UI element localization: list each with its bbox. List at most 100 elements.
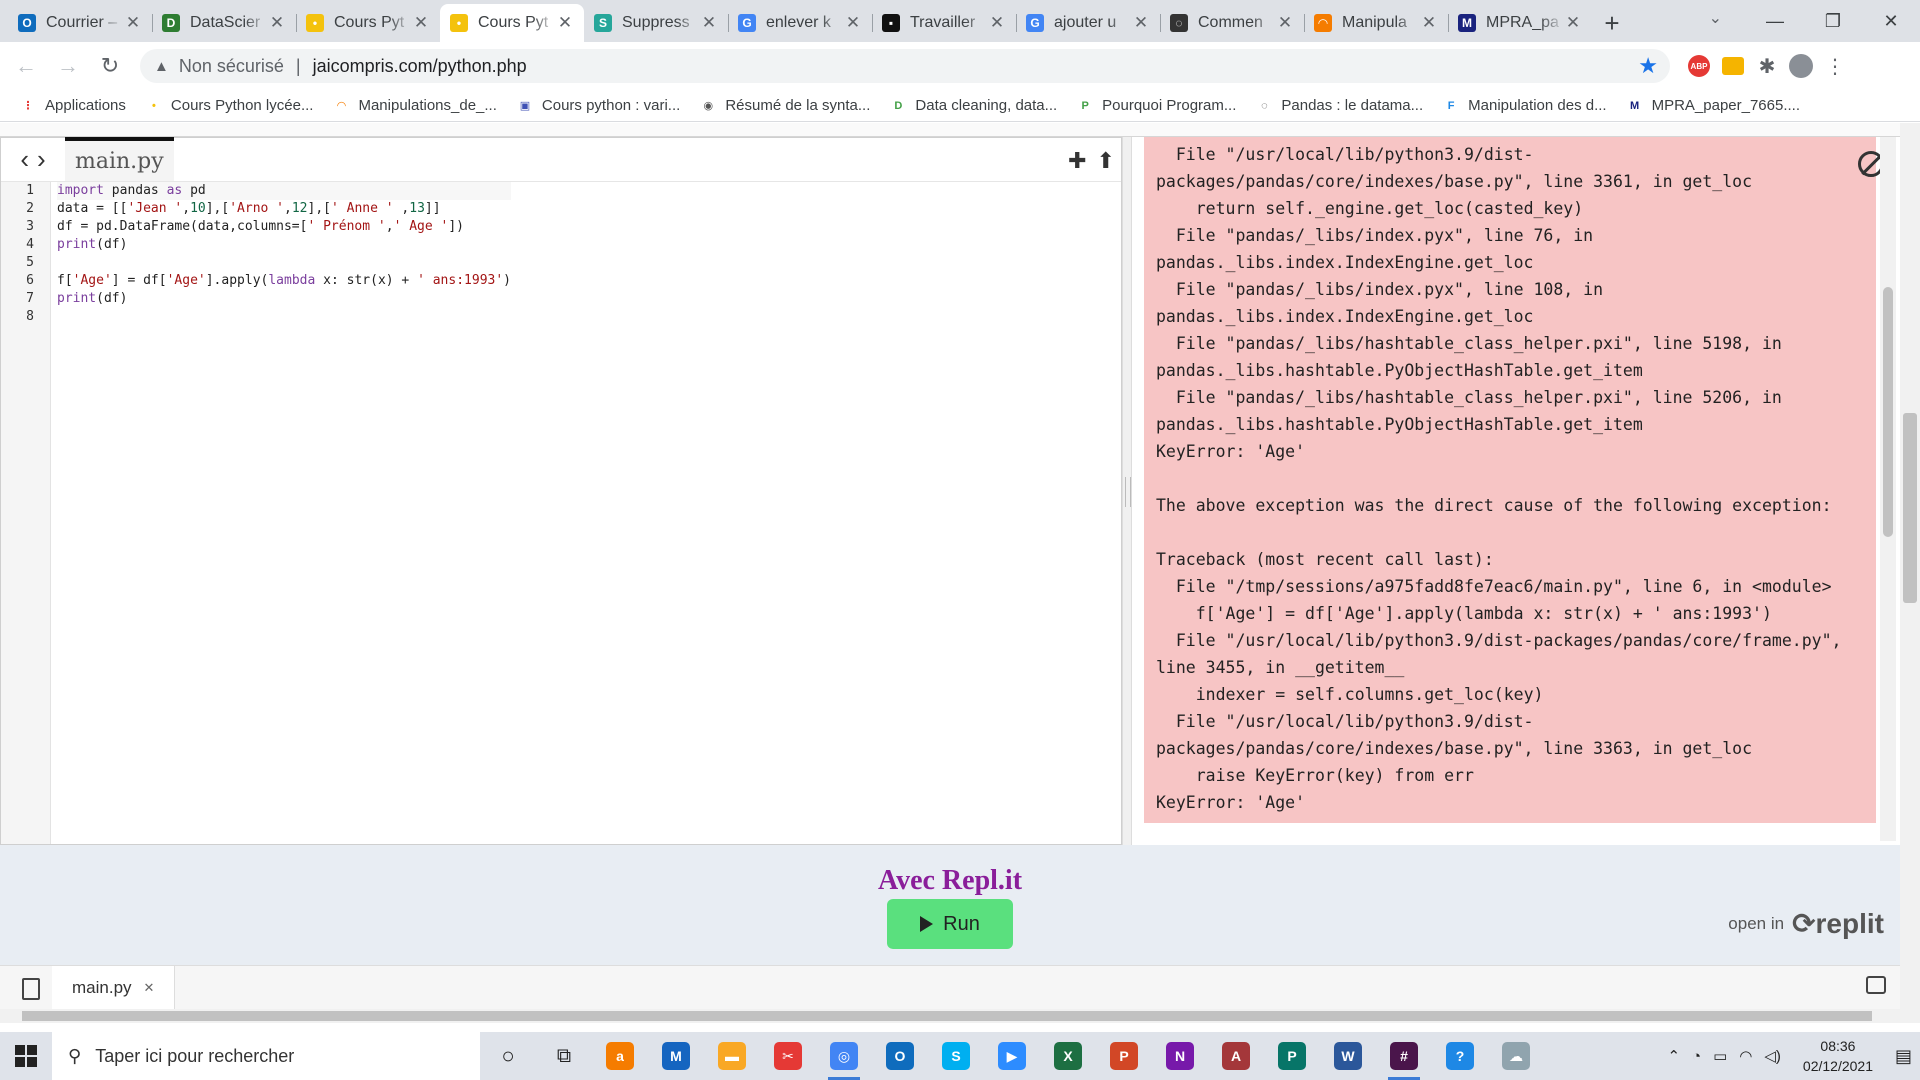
bookmark-label: Pourquoi Program... [1102,97,1237,114]
profile-avatar[interactable] [1784,49,1818,83]
snip-icon[interactable]: ✂ [760,1032,816,1080]
extension-icon[interactable] [1716,49,1750,83]
wifi-icon[interactable]: ◠ [1739,1047,1752,1065]
cortana-icon[interactable]: ○ [480,1032,536,1080]
bookmark-item[interactable]: ◌ Pandas : le datama... [1256,97,1423,114]
browser-menu-icon[interactable]: ⋮ [1818,49,1852,83]
editor-file-tab[interactable]: main.py [65,137,174,181]
horizontal-scroll-thumb[interactable] [22,1011,1872,1021]
close-tab-icon[interactable]: ✕ [988,13,1006,33]
minimize-icon[interactable]: — [1746,0,1804,42]
notifications-icon[interactable]: ▤ [1895,1046,1912,1067]
bottom-file-tab[interactable]: main.py ✕ [52,966,176,1010]
bookmark-item[interactable]: D Data cleaning, data... [890,97,1057,114]
close-tab-icon[interactable]: ✕ [124,13,142,33]
chevron-up-icon[interactable]: ⌃ [1667,1047,1680,1065]
help-icon[interactable]: ? [1432,1032,1488,1080]
network-icon[interactable]: ◔ [1692,1048,1701,1065]
browser-tab[interactable]: D DataScier ✕ [152,4,296,42]
close-tab-icon[interactable]: ✕ [412,13,430,33]
bookmark-item[interactable]: P Pourquoi Program... [1077,97,1236,114]
bookmark-item[interactable]: M MPRA_paper_7665.... [1627,97,1800,114]
publisher-icon[interactable]: P [1264,1032,1320,1080]
code-content[interactable]: import pandas as pd data = [['Jean ',10]… [57,182,511,326]
console-scrollbar[interactable] [1880,137,1896,841]
onenote-icon[interactable]: N [1152,1032,1208,1080]
open-in-replit-link[interactable]: open in ⟳replit [1728,907,1884,940]
browser-tab[interactable]: • Cours Pyt ✕ [296,4,440,42]
bookmark-item[interactable]: ◠ Manipulations_de_... [333,97,497,114]
excel-icon[interactable]: X [1040,1032,1096,1080]
chrome-icon[interactable]: ◎ [816,1032,872,1080]
access-icon[interactable]: A [1208,1032,1264,1080]
chevron-left-icon[interactable]: ‹ [20,144,29,175]
close-tab-icon[interactable]: ✕ [1132,13,1150,33]
avast-icon[interactable]: a [592,1032,648,1080]
console-scroll-thumb[interactable] [1883,287,1893,537]
pane-splitter[interactable] [1122,137,1132,845]
extensions-puzzle-icon[interactable]: ✱ [1750,49,1784,83]
browser-tab[interactable]: ◠ Manipula ✕ [1304,4,1448,42]
address-bar[interactable]: ▲ Non sécurisé | jaicompris.com/python.p… [140,49,1670,83]
bookmark-item[interactable]: ⋮ Applications [20,97,126,114]
new-tab-button[interactable]: + [1592,4,1632,42]
close-tab-icon[interactable]: ✕ [700,13,718,33]
tab-title: DataScier [190,14,261,31]
close-tab-icon[interactable]: ✕ [144,980,155,996]
forward-icon[interactable]: → [52,53,84,79]
bookmark-item[interactable]: ◉ Résumé de la synta... [700,97,871,114]
taskbar-search[interactable]: ⚲ Taper ici pour rechercher [52,1032,480,1080]
task-view-icon[interactable]: ⧉ [536,1032,592,1080]
browser-tab[interactable]: M MPRA_pa ✕ [1448,4,1592,42]
battery-icon[interactable]: ▭ [1713,1047,1727,1065]
upload-icon[interactable]: ⬆ [1097,148,1115,174]
horizontal-scrollbar[interactable] [0,1009,1900,1023]
word-icon[interactable]: W [1320,1032,1376,1080]
file-icon[interactable] [22,978,40,1000]
browser-tab[interactable]: Gajouter u ✕ [1016,4,1160,42]
windows-start-icon[interactable] [0,1045,52,1067]
browser-tab[interactable]: Genlever k ✕ [728,4,872,42]
page-scrollbar[interactable] [1900,123,1920,1023]
tab-favicon-icon: G [738,14,756,32]
close-tab-icon[interactable]: ✕ [1276,13,1294,33]
browser-tab[interactable]: ▪ Travailler ✕ [872,4,1016,42]
explorer-icon[interactable]: ▬ [704,1032,760,1080]
adblock-extension-icon[interactable]: ABP [1682,49,1716,83]
close-tab-icon[interactable]: ✕ [1564,13,1582,33]
skype-icon[interactable]: S [928,1032,984,1080]
zoom-icon[interactable]: ▶ [984,1032,1040,1080]
browser-tab[interactable]: • Cours Pyt ✕ [440,4,584,42]
add-file-icon[interactable]: ✚ [1068,148,1086,174]
browser-tab[interactable]: O Courrier – ✕ [8,4,152,42]
bookmark-item[interactable]: • Cours Python lycée... [146,97,314,114]
maximize-icon[interactable]: ❐ [1804,0,1862,42]
tab-search-icon[interactable]: ⌄ [1709,8,1722,28]
weather-icon[interactable]: ☁ [1488,1032,1544,1080]
close-tab-icon[interactable]: ✕ [844,13,862,33]
chevron-right-icon[interactable]: › [37,144,46,175]
close-tab-icon[interactable]: ✕ [268,13,286,33]
bookmark-star-icon[interactable]: ★ [1638,53,1658,79]
slack-icon[interactable]: # [1376,1032,1432,1080]
bookmark-label: Résumé de la synta... [725,97,871,114]
bookmark-item[interactable]: ▣ Cours python : vari... [517,97,681,114]
run-button[interactable]: Run [887,899,1013,949]
clock[interactable]: 08:36 02/12/2021 [1803,1036,1873,1076]
back-icon[interactable]: ← [10,53,42,79]
close-tab-icon[interactable]: ✕ [1420,13,1438,33]
close-window-icon[interactable]: ✕ [1862,0,1920,42]
browser-tab[interactable]: ◌ Commen ✕ [1160,4,1304,42]
menu-icon[interactable] [1866,976,1886,994]
close-tab-icon[interactable]: ✕ [556,13,574,33]
bookmark-item[interactable]: F Manipulation des d... [1443,97,1607,114]
clock-time: 08:36 [1820,1038,1856,1054]
volume-icon[interactable]: ◁) [1764,1047,1781,1065]
powerpoint-icon[interactable]: P [1096,1032,1152,1080]
browser-tab[interactable]: S Suppress ✕ [584,4,728,42]
outlook-icon[interactable]: O [872,1032,928,1080]
bookmark-icon: F [1447,99,1455,112]
page-scroll-thumb[interactable] [1903,413,1917,603]
reload-icon[interactable]: ↻ [94,53,126,79]
malwarebytes-icon[interactable]: M [648,1032,704,1080]
